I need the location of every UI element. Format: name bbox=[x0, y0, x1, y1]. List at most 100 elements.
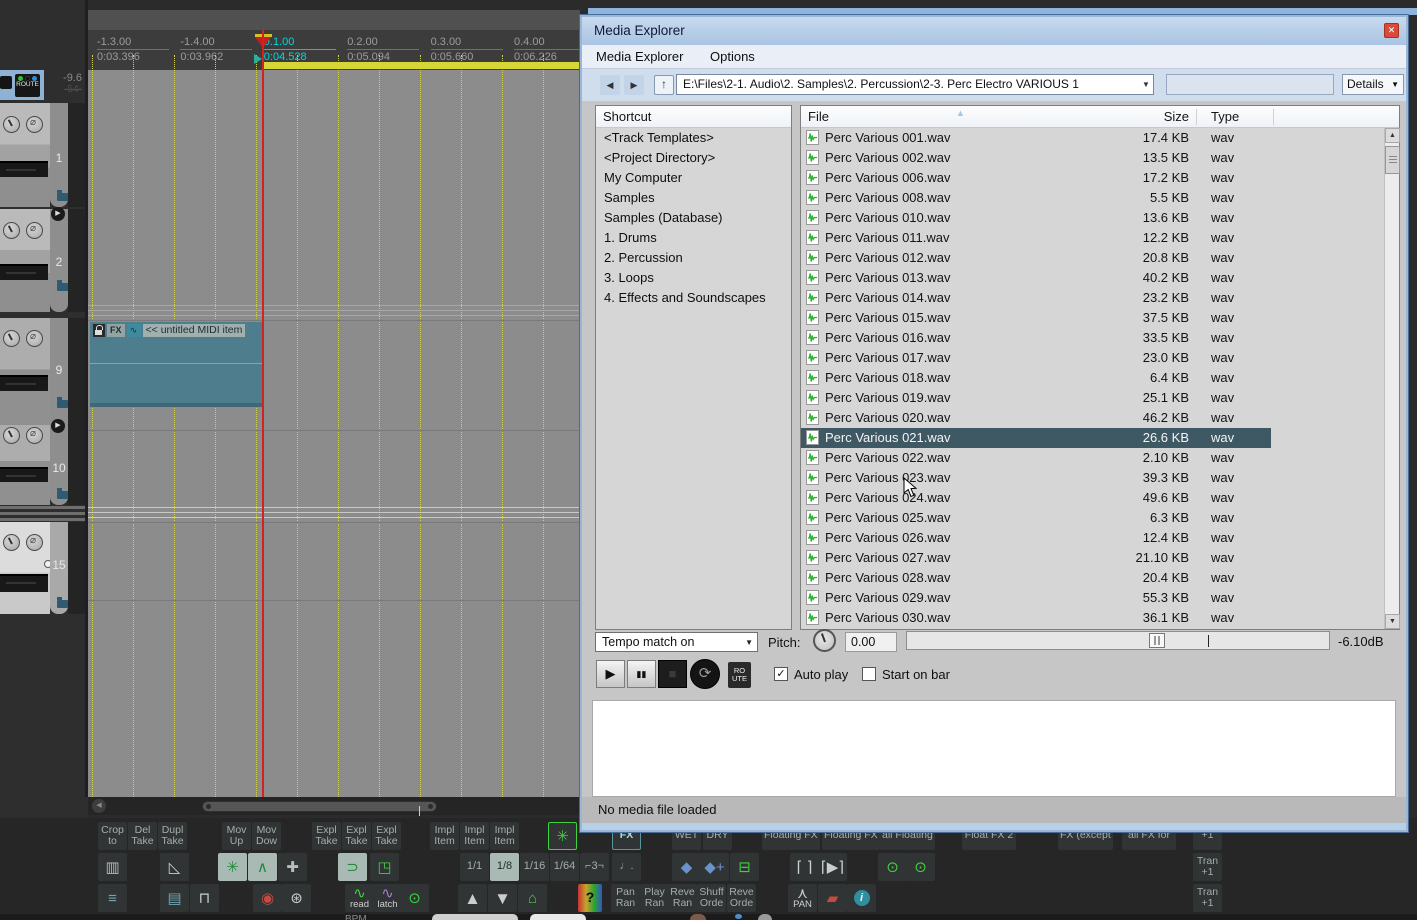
file-row[interactable]: Perc Various 020.wav 46.2 KB wav bbox=[801, 408, 1384, 428]
triplet-grid-icon[interactable]: ⌐3¬ bbox=[580, 853, 609, 881]
fader-partial[interactable] bbox=[0, 574, 48, 592]
waveform-preview-area[interactable] bbox=[592, 700, 1396, 797]
arrange-background[interactable] bbox=[88, 70, 580, 797]
time-selection-band[interactable] bbox=[263, 62, 580, 69]
file-row-selected[interactable]: Perc Various 021.wav 26.6 KB wav bbox=[801, 428, 1384, 448]
fader-partial[interactable] bbox=[0, 375, 48, 391]
render-folder-icon[interactable]: ▰ bbox=[818, 884, 847, 912]
track-number-strip[interactable]: 9 bbox=[50, 318, 68, 432]
split-items-icon[interactable]: ◺ bbox=[160, 853, 189, 881]
column-file[interactable]: File bbox=[808, 109, 829, 124]
folder-items-icon[interactable]: ⌂ bbox=[518, 884, 547, 912]
mouse-modifier-icon[interactable]: ⊓ bbox=[190, 884, 219, 912]
column-size[interactable]: Size bbox=[1101, 109, 1189, 124]
file-row[interactable]: Perc Various 028.wav 20.4 KB wav bbox=[801, 568, 1384, 588]
pan-random-button[interactable]: Pan Ran bbox=[611, 884, 640, 912]
duplicate-take-button[interactable]: Dupl Take bbox=[158, 822, 187, 850]
column-type[interactable]: Type bbox=[1211, 109, 1239, 124]
show-knob-icon[interactable]: ⊙ bbox=[906, 853, 935, 881]
start-on-bar-checkbox[interactable] bbox=[862, 667, 876, 681]
shortcut-item[interactable]: 1. Drums bbox=[596, 228, 791, 248]
track-collapse-icon[interactable]: ▶ bbox=[51, 419, 65, 433]
pan-knob[interactable] bbox=[26, 116, 43, 133]
file-row[interactable]: Perc Various 015.wav 37.5 KB wav bbox=[801, 308, 1384, 328]
close-button[interactable]: ✕ bbox=[1384, 23, 1399, 38]
view-mode-dropdown[interactable]: Details ▼ bbox=[1342, 74, 1404, 95]
folder-icon[interactable] bbox=[57, 193, 68, 201]
grid-1-1-button[interactable]: 1/1 bbox=[460, 853, 489, 881]
track-panel[interactable]: 1 bbox=[0, 103, 88, 207]
scroll-up-icon[interactable]: ▲ bbox=[1385, 128, 1400, 143]
file-row[interactable]: Perc Various 027.wav 21.10 KB wav bbox=[801, 548, 1384, 568]
shortcut-item[interactable]: Samples bbox=[596, 188, 791, 208]
pitch-knob[interactable] bbox=[813, 629, 836, 652]
file-row[interactable]: Perc Various 029.wav 55.3 KB wav bbox=[801, 588, 1384, 608]
pan-tool-button[interactable]: ⋏PAN bbox=[788, 884, 817, 912]
volume-knob[interactable] bbox=[3, 427, 20, 444]
volume-knob[interactable] bbox=[3, 330, 20, 347]
item-list-icon[interactable]: ≡ bbox=[98, 884, 127, 912]
volume-slider-thumb[interactable] bbox=[1149, 633, 1165, 648]
file-row[interactable]: Perc Various 018.wav 6.4 KB wav bbox=[801, 368, 1384, 388]
shortcut-header[interactable]: Shortcut bbox=[596, 106, 791, 128]
pan-knob[interactable] bbox=[26, 427, 43, 444]
file-row[interactable]: Perc Various 011.wav 12.2 KB wav bbox=[801, 228, 1384, 248]
reverse-random-button[interactable]: Reve Ran bbox=[668, 884, 697, 912]
automation-latch-button[interactable]: ∿latch bbox=[373, 884, 402, 912]
file-list[interactable]: Perc Various 001.wav 17.4 KB wav Perc Va… bbox=[801, 128, 1384, 629]
file-row[interactable]: Perc Various 012.wav 20.8 KB wav bbox=[801, 248, 1384, 268]
file-row[interactable]: Perc Various 017.wav 23.0 KB wav bbox=[801, 348, 1384, 368]
delete-take-button[interactable]: Del Take bbox=[128, 822, 157, 850]
route-button[interactable]: RO UTE bbox=[728, 662, 751, 688]
implode-items-icon[interactable]: ∧ bbox=[248, 853, 277, 881]
shortcut-item[interactable]: 3. Loops bbox=[596, 268, 791, 288]
scroll-down-icon[interactable]: ▼ bbox=[1385, 614, 1400, 629]
path-combobox[interactable]: E:\Files\2-1. Audio\2. Samples\2. Percus… bbox=[676, 74, 1154, 95]
grid-1-64-button[interactable]: 1/64 bbox=[550, 853, 579, 881]
transpose-plus-one-button[interactable]: Tran +1 bbox=[1193, 853, 1222, 881]
track-number-strip[interactable]: 2 bbox=[50, 209, 68, 312]
grid-1-8-button[interactable]: 1/8 bbox=[490, 853, 519, 881]
show-mixer-icon[interactable]: ⊙ bbox=[878, 853, 907, 881]
implode-item-button[interactable]: Impl Item bbox=[460, 822, 489, 850]
horizontal-scrollbar[interactable]: ◀ bbox=[88, 797, 580, 815]
implode-item-button[interactable]: Impl Item bbox=[430, 822, 459, 850]
file-row[interactable]: Perc Various 026.wav 12.4 KB wav bbox=[801, 528, 1384, 548]
file-row[interactable]: Perc Various 006.wav 17.2 KB wav bbox=[801, 168, 1384, 188]
crop-to-button[interactable]: Crop to bbox=[98, 822, 127, 850]
item-blocks-icon[interactable]: ▤ bbox=[160, 884, 189, 912]
arrange-view[interactable]: -1.3.000:03.396-1.4.000:03.9620.1.000:04… bbox=[88, 0, 580, 920]
midi-item[interactable]: FX ∿ << untitled MIDI item bbox=[90, 322, 263, 407]
filter-input[interactable] bbox=[1166, 74, 1334, 95]
file-row[interactable]: Perc Various 014.wav 23.2 KB wav bbox=[801, 288, 1384, 308]
envelope-add-icon[interactable]: ◆+ bbox=[700, 853, 729, 881]
stop-button[interactable]: ■ bbox=[658, 660, 687, 688]
explode-take-button[interactable]: Expl Take bbox=[372, 822, 401, 850]
scrollbar-thumb[interactable] bbox=[1385, 146, 1400, 174]
hand-scroll-icon[interactable]: ✚ bbox=[278, 853, 307, 881]
transpose-plus-one-button[interactable]: Tran +1 bbox=[1193, 884, 1222, 912]
item-info-icon[interactable]: i bbox=[847, 884, 876, 912]
pitch-value-field[interactable]: 0.00 bbox=[845, 632, 897, 652]
file-panel[interactable]: File ▲ Size Type Perc Various 001.wav 17… bbox=[800, 105, 1400, 630]
file-row[interactable]: Perc Various 008.wav 5.5 KB wav bbox=[801, 188, 1384, 208]
envelope-icon[interactable]: ∿ bbox=[127, 324, 141, 337]
column-divider[interactable] bbox=[1196, 109, 1197, 125]
lock-icon[interactable] bbox=[93, 324, 105, 337]
envelope-range-icon[interactable]: ◆ bbox=[672, 853, 701, 881]
play-selection-icon[interactable]: ⌈▶⌉ bbox=[818, 853, 847, 881]
new-folder-icon[interactable]: ✳ bbox=[548, 822, 577, 850]
grid-1-16-button[interactable]: 1/16 bbox=[520, 853, 549, 881]
folder-icon[interactable] bbox=[57, 400, 68, 408]
menu-media-explorer[interactable]: Media Explorer bbox=[596, 49, 683, 64]
back-icon[interactable]: ◀ bbox=[600, 75, 620, 95]
scrollbar-thumb[interactable] bbox=[202, 801, 437, 812]
implode-item-button[interactable]: Impl Item bbox=[490, 822, 519, 850]
volume-knob[interactable] bbox=[3, 534, 20, 551]
play-random-button[interactable]: Play Ran bbox=[640, 884, 669, 912]
nudge-up-icon[interactable]: ▲ bbox=[458, 884, 487, 912]
fader-partial[interactable] bbox=[0, 161, 48, 177]
menu-options[interactable]: Options bbox=[710, 49, 755, 64]
track-collapse-icon[interactable]: ▶ bbox=[51, 207, 65, 221]
column-divider[interactable] bbox=[1273, 109, 1274, 125]
